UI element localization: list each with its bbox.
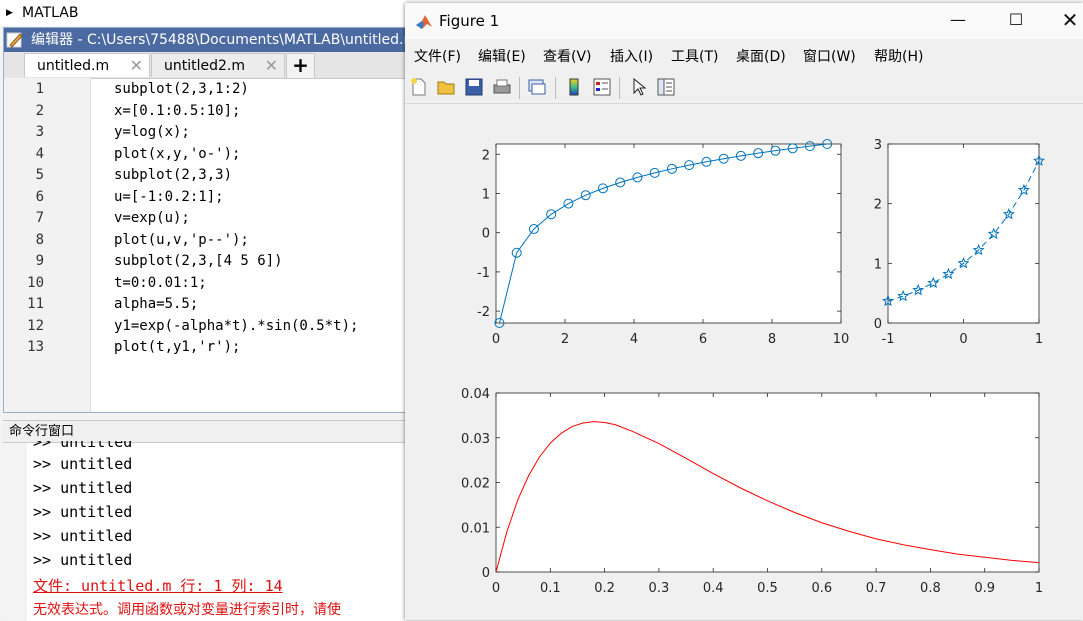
x-tick-label: 0.4 — [703, 581, 724, 596]
x-tick-label: 0.6 — [811, 581, 832, 596]
x-tick-label: 0 — [959, 332, 967, 347]
x-tick-label: 0 — [492, 581, 500, 596]
x-tick-label: 1 — [1035, 332, 1043, 347]
y-tick-label: 0.03 — [461, 432, 490, 447]
x-tick-label: 6 — [699, 332, 707, 347]
figure-plots: 0 2 4 6 8 10-2-1012-1 0 101230 0.1 0.2 0.3 0.4 0.5 0.… — [461, 138, 1046, 596]
y-tick-label: 0 — [482, 566, 490, 581]
x-tick-label: 0.2 — [594, 581, 615, 596]
axes-box — [495, 392, 1040, 573]
y-tick-label: 2 — [874, 198, 882, 213]
y-tick-label: 0 — [482, 227, 490, 242]
x-tick-label: 2 — [561, 332, 569, 347]
y-tick-label: 0.02 — [461, 477, 490, 492]
x-tick-label: 0.1 — [540, 581, 561, 596]
y-tick-label: 0.04 — [461, 387, 490, 402]
y-tick-label: 0.01 — [461, 521, 490, 536]
x-tick-label: 0.8 — [920, 581, 941, 596]
x-tick-label: 4 — [630, 332, 638, 347]
y-tick-label: 1 — [874, 257, 882, 272]
y-tick-label: 3 — [874, 138, 882, 153]
y-tick-label: -1 — [477, 266, 490, 281]
x-tick-label: 10 — [833, 332, 850, 347]
y-tick-label: 2 — [482, 148, 490, 163]
x-tick-label: 0.5 — [757, 581, 778, 596]
x-tick-label: 0.7 — [866, 581, 887, 596]
x-tick-label: 8 — [768, 332, 776, 347]
x-tick-label: 0 — [492, 332, 500, 347]
x-tick-label: -1 — [882, 332, 895, 347]
y-tick-label: -2 — [477, 305, 490, 320]
y-tick-label: 1 — [482, 187, 490, 202]
x-tick-label: 0.9 — [974, 581, 995, 596]
y-tick-label: 0 — [874, 317, 882, 332]
x-tick-label: 0.3 — [649, 581, 670, 596]
axes-box — [887, 143, 1040, 324]
x-tick-label: 1 — [1035, 581, 1043, 596]
